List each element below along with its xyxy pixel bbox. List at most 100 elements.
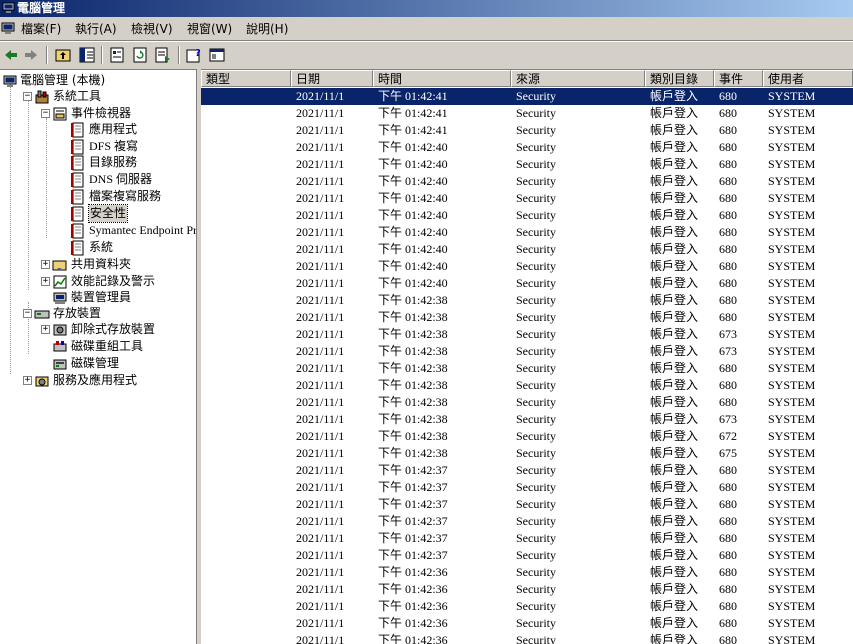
back-arrow-icon[interactable] bbox=[2, 46, 20, 64]
table-row[interactable]: 稽核失敗2021/11/1下午 01:42:36Security帳戶登入680S… bbox=[201, 598, 853, 615]
show-hide-tree-icon[interactable] bbox=[78, 46, 96, 64]
tree-node[interactable]: + 共用資料夾 bbox=[0, 256, 196, 273]
cell-date: 2021/11/1 bbox=[296, 123, 345, 137]
expand-toggle[interactable]: + bbox=[41, 260, 50, 269]
cell-event: 680 bbox=[719, 633, 737, 644]
table-row[interactable]: 稽核失敗2021/11/1下午 01:42:40Security帳戶登入680S… bbox=[201, 156, 853, 173]
menu-view[interactable]: 檢視(V) bbox=[131, 22, 173, 36]
table-row[interactable]: 稽核失敗2021/11/1下午 01:42:37Security帳戶登入680S… bbox=[201, 496, 853, 513]
menu-help[interactable]: 說明(H) bbox=[246, 22, 288, 36]
cell-date: 2021/11/1 bbox=[296, 208, 345, 222]
cell-event: 673 bbox=[719, 327, 737, 341]
table-row[interactable]: 稽核失敗2021/11/1下午 01:42:36Security帳戶登入680S… bbox=[201, 581, 853, 598]
menu-action[interactable]: 執行(A) bbox=[75, 22, 117, 36]
tree-node[interactable]: 裝置管理員 bbox=[0, 289, 196, 306]
mmc-view-icon[interactable] bbox=[208, 46, 226, 64]
table-row[interactable]: 稽核失敗2021/11/1下午 01:42:40Security帳戶登入680S… bbox=[201, 190, 853, 207]
table-row[interactable]: 稽核成功2021/11/1下午 01:42:38Security帳戶登入673S… bbox=[201, 326, 853, 343]
table-row[interactable]: 稽核失敗2021/11/1下午 01:42:36Security帳戶登入680S… bbox=[201, 615, 853, 632]
table-row[interactable]: 稽核失敗2021/11/1下午 01:42:38Security帳戶登入680S… bbox=[201, 360, 853, 377]
cell-time: 下午 01:42:37 bbox=[378, 463, 448, 477]
table-row[interactable]: 稽核失敗2021/11/1下午 01:42:38Security帳戶登入680S… bbox=[201, 377, 853, 394]
column-header-event[interactable]: 事件 bbox=[714, 70, 763, 87]
table-row[interactable]: 稽核失敗2021/11/1下午 01:42:37Security帳戶登入680S… bbox=[201, 547, 853, 564]
tree-node[interactable]: 應用程式 bbox=[0, 121, 196, 138]
table-row[interactable]: 稽核失敗2021/11/1下午 01:42:40Security帳戶登入680S… bbox=[201, 258, 853, 275]
cell-event: 680 bbox=[719, 463, 737, 477]
tree-node-label: 服務及應用程式 bbox=[53, 373, 138, 387]
menu-window[interactable]: 視窗(W) bbox=[187, 22, 232, 36]
column-header-category[interactable]: 類別目錄 bbox=[645, 70, 714, 87]
tree-node[interactable]: − 存放裝置 bbox=[0, 305, 196, 322]
tree-node[interactable]: − 系統工具 bbox=[0, 88, 196, 105]
tree-node[interactable]: 目錄服務 bbox=[0, 154, 196, 171]
cell-event: 680 bbox=[719, 361, 737, 375]
cell-time: 下午 01:42:38 bbox=[378, 310, 448, 324]
expand-toggle[interactable]: + bbox=[23, 376, 32, 385]
column-header-source[interactable]: 來源 bbox=[511, 70, 645, 87]
table-row[interactable]: 稽核失敗2021/11/1下午 01:42:41Security帳戶登入680S… bbox=[201, 88, 853, 105]
tree-node[interactable]: 檔案複寫服務 bbox=[0, 188, 196, 205]
table-row[interactable]: 稽核失敗2021/11/1下午 01:42:37Security帳戶登入680S… bbox=[201, 513, 853, 530]
tree-node[interactable]: + 卸除式存放裝置 bbox=[0, 321, 196, 338]
table-row[interactable]: 稽核失敗2021/11/1下午 01:42:41Security帳戶登入680S… bbox=[201, 105, 853, 122]
table-row[interactable]: 稽核失敗2021/11/1下午 01:42:37Security帳戶登入680S… bbox=[201, 462, 853, 479]
help-icon[interactable]: ? bbox=[185, 46, 203, 64]
properties-icon[interactable] bbox=[108, 46, 126, 64]
collapse-toggle[interactable]: − bbox=[23, 92, 32, 101]
tree-node[interactable]: + 服務及應用程式 bbox=[0, 372, 196, 389]
cell-date: 2021/11/1 bbox=[296, 497, 345, 511]
cell-time: 下午 01:42:40 bbox=[378, 259, 448, 273]
tree-node[interactable]: − 事件檢視器 bbox=[0, 105, 196, 122]
tree-node[interactable]: 安全性 bbox=[0, 204, 196, 223]
tree-node[interactable]: 磁碟管理 bbox=[0, 355, 196, 372]
tree-node[interactable]: 系統 bbox=[0, 239, 196, 256]
event-rows: 稽核失敗2021/11/1下午 01:42:41Security帳戶登入680S… bbox=[201, 88, 853, 644]
table-row[interactable]: 稽核失敗2021/11/1下午 01:42:38Security帳戶登入675S… bbox=[201, 445, 853, 462]
collapse-toggle[interactable]: − bbox=[23, 309, 32, 318]
table-row[interactable]: 稽核失敗2021/11/1下午 01:42:40Security帳戶登入680S… bbox=[201, 207, 853, 224]
table-row[interactable]: 稽核失敗2021/11/1下午 01:42:40Security帳戶登入680S… bbox=[201, 275, 853, 292]
cell-time: 下午 01:42:40 bbox=[378, 157, 448, 171]
cell-category: 帳戶登入 bbox=[650, 225, 699, 239]
expand-toggle[interactable]: + bbox=[41, 277, 50, 286]
table-row[interactable]: 稽核失敗2021/11/1下午 01:42:37Security帳戶登入680S… bbox=[201, 530, 853, 547]
menu-file[interactable]: 檔案(F) bbox=[21, 22, 61, 36]
system-menu-icon[interactable] bbox=[1, 22, 15, 35]
tree-node[interactable]: Symantec Endpoint Prote bbox=[0, 222, 196, 239]
tree-node[interactable]: 電腦管理 (本機) bbox=[0, 72, 196, 89]
table-row[interactable]: 稽核失敗2021/11/1下午 01:42:40Security帳戶登入680S… bbox=[201, 139, 853, 156]
table-row[interactable]: 稽核成功2021/11/1下午 01:42:38Security帳戶登入673S… bbox=[201, 343, 853, 360]
table-row[interactable]: 稽核失敗2021/11/1下午 01:42:37Security帳戶登入680S… bbox=[201, 479, 853, 496]
column-header-type[interactable]: 類型 bbox=[201, 70, 291, 87]
table-row[interactable]: 稽核失敗2021/11/1下午 01:42:38Security帳戶登入680S… bbox=[201, 394, 853, 411]
forward-arrow-icon[interactable] bbox=[22, 46, 40, 64]
expand-toggle[interactable]: + bbox=[41, 325, 50, 334]
table-row[interactable]: 稽核失敗2021/11/1下午 01:42:38Security帳戶登入680S… bbox=[201, 292, 853, 309]
cell-category: 帳戶登入 bbox=[650, 310, 699, 324]
up-folder-icon[interactable] bbox=[54, 46, 72, 64]
table-row[interactable]: 稽核成功2021/11/1下午 01:42:38Security帳戶登入673S… bbox=[201, 411, 853, 428]
table-row[interactable]: 稽核失敗2021/11/1下午 01:42:40Security帳戶登入680S… bbox=[201, 241, 853, 258]
refresh-icon[interactable] bbox=[131, 46, 149, 64]
table-row[interactable]: 稽核失敗2021/11/1下午 01:42:40Security帳戶登入680S… bbox=[201, 173, 853, 190]
tree-node-label: 存放裝置 bbox=[53, 306, 102, 320]
tree-node[interactable]: + 效能記錄及警示 bbox=[0, 273, 196, 290]
table-row[interactable]: 稽核失敗2021/11/1下午 01:42:41Security帳戶登入680S… bbox=[201, 122, 853, 139]
column-header-time[interactable]: 時間 bbox=[373, 70, 511, 87]
table-row[interactable]: 稽核成功2021/11/1下午 01:42:38Security帳戶登入672S… bbox=[201, 428, 853, 445]
column-header-date[interactable]: 日期 bbox=[291, 70, 373, 87]
table-row[interactable]: 稽核失敗2021/11/1下午 01:42:40Security帳戶登入680S… bbox=[201, 224, 853, 241]
tree-node[interactable]: DFS 複寫 bbox=[0, 138, 196, 155]
tree-node[interactable]: DNS 伺服器 bbox=[0, 171, 196, 188]
collapse-toggle[interactable]: − bbox=[41, 109, 50, 118]
export-list-icon[interactable] bbox=[154, 46, 172, 64]
cell-source: Security bbox=[516, 412, 556, 426]
table-row[interactable]: 稽核失敗2021/11/1下午 01:42:36Security帳戶登入680S… bbox=[201, 564, 853, 581]
column-header-user[interactable]: 使用者 bbox=[763, 70, 853, 87]
tree-node-label: 事件檢視器 bbox=[71, 106, 132, 120]
cell-date: 2021/11/1 bbox=[296, 361, 345, 375]
tree-node[interactable]: 磁碟重組工具 bbox=[0, 338, 196, 355]
table-row[interactable]: 稽核失敗2021/11/1下午 01:42:36Security帳戶登入680S… bbox=[201, 632, 853, 644]
table-row[interactable]: 稽核失敗2021/11/1下午 01:42:38Security帳戶登入680S… bbox=[201, 309, 853, 326]
